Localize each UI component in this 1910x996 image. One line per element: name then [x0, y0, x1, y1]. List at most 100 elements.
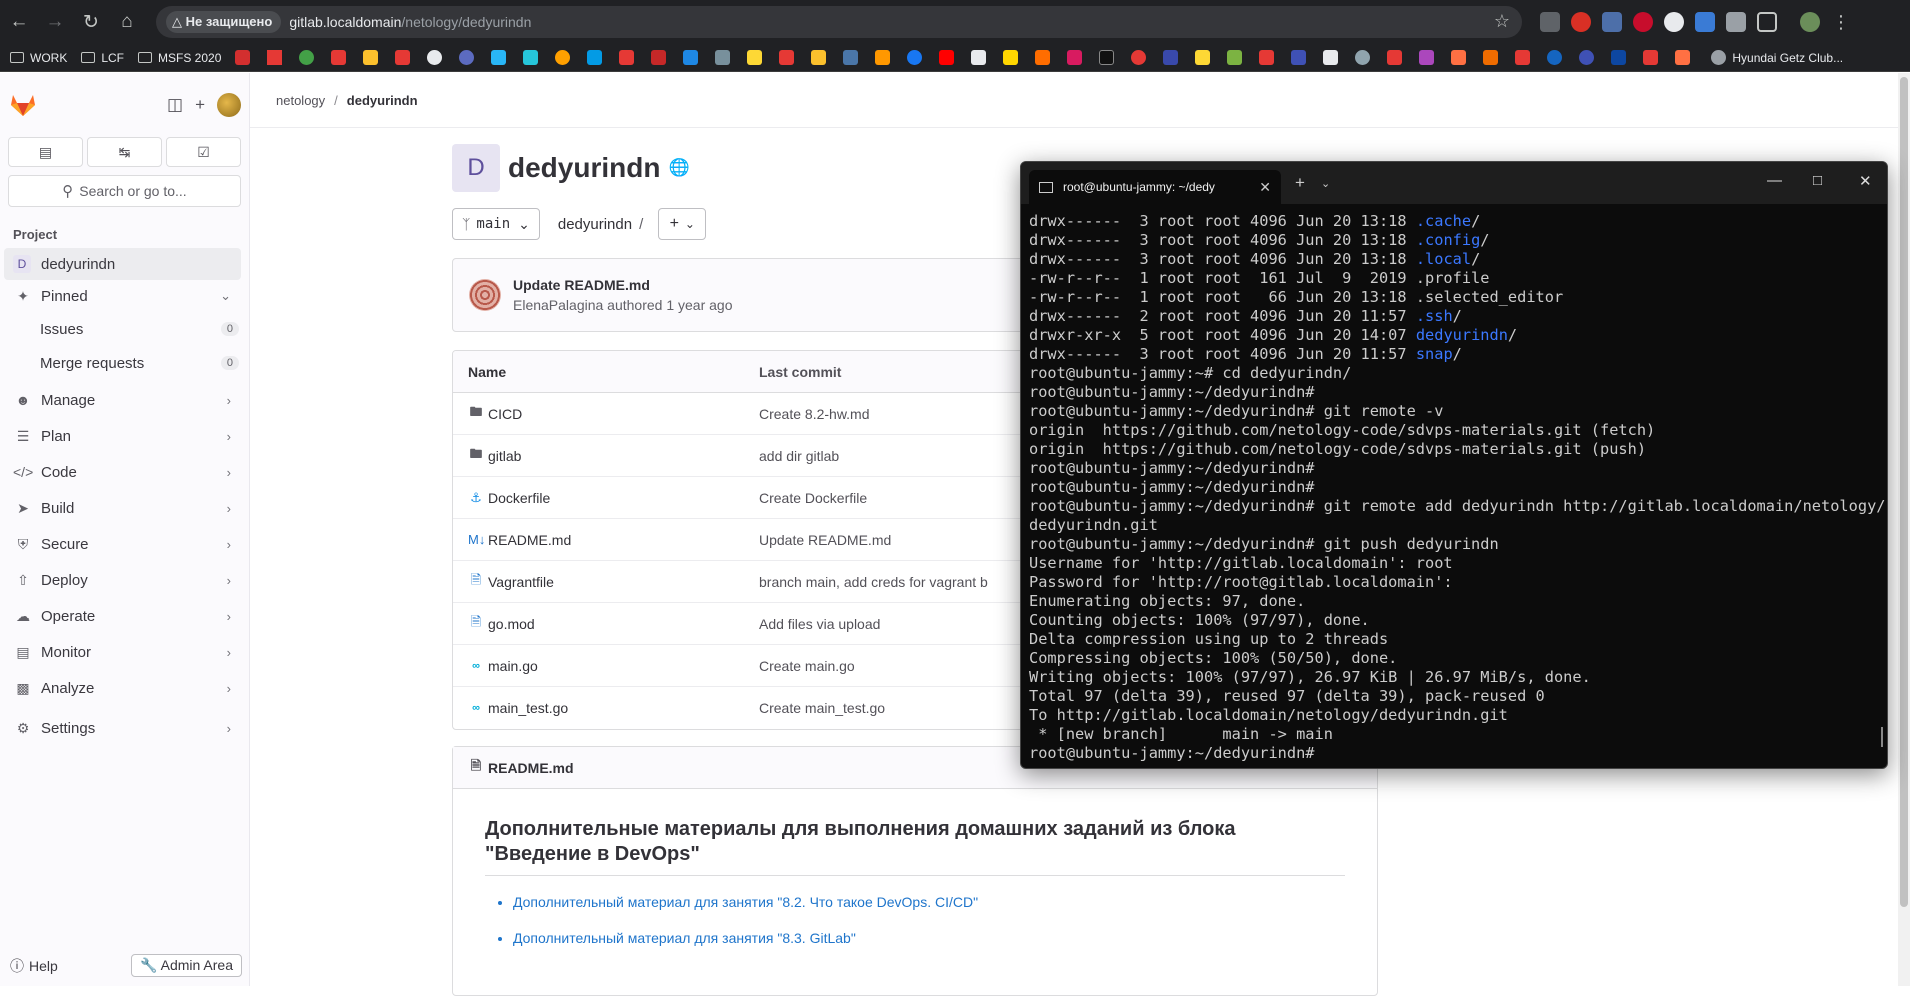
bookmark-folder-msfs[interactable]: MSFS 2020 — [138, 51, 221, 65]
close-window-icon[interactable]: ✕ — [1859, 172, 1872, 190]
address-bar[interactable]: △ Не защищено gitlab.localdomain/netolog… — [156, 6, 1522, 38]
file-name[interactable]: gitlab — [488, 448, 521, 464]
bookmark-icon[interactable] — [1259, 50, 1275, 65]
translate-ext-icon[interactable] — [1540, 12, 1560, 32]
minimize-icon[interactable]: — — [1767, 172, 1782, 189]
user-avatar[interactable] — [217, 93, 241, 117]
terminal-output[interactable]: drwx------ 3 root root 4096 Jun 20 13:18… — [1021, 204, 1887, 768]
breadcrumb-project[interactable]: dedyurindn — [347, 93, 418, 108]
file-name[interactable]: CICD — [488, 406, 522, 422]
readme-link[interactable]: Дополнительный материал для занятия "8.2… — [513, 894, 978, 910]
sidebar-item-build[interactable]: ➤ Build › — [0, 492, 241, 524]
bookmark-icon[interactable] — [267, 50, 283, 65]
bookmark-icon[interactable] — [1547, 50, 1563, 65]
todo-counter-icon[interactable]: ☑ — [166, 137, 241, 167]
close-tab-icon[interactable]: ✕ — [1259, 179, 1271, 196]
bookmark-icon[interactable] — [363, 50, 379, 65]
bookmark-icon[interactable] — [1291, 50, 1307, 65]
puzzle-ext-icon[interactable] — [1757, 12, 1777, 32]
bookmark-icon[interactable] — [1163, 50, 1179, 65]
search-button[interactable]: ⚲ Search or go to... — [8, 175, 241, 207]
page-scrollbar[interactable] — [1898, 73, 1910, 986]
repo-path-root[interactable]: dedyurindn — [558, 216, 632, 233]
plus-icon[interactable]: + — [195, 95, 205, 115]
bookmark-icon[interactable] — [1195, 50, 1211, 65]
readme-link[interactable]: Дополнительный материал для занятия "8.3… — [513, 930, 856, 946]
bookmark-icon[interactable] — [555, 50, 571, 65]
sidebar-item-settings[interactable]: ⚙ Settings › — [0, 712, 241, 744]
terminal-window[interactable]: root@ubuntu-jammy: ~/dedy ✕ + ⌄ — □ ✕ dr… — [1020, 161, 1888, 769]
bookmark-icon[interactable] — [907, 50, 923, 65]
bookmark-icon[interactable] — [651, 50, 667, 65]
commit-title[interactable]: Update README.md — [513, 277, 733, 293]
home-icon[interactable]: ⌂ — [110, 5, 144, 39]
bookmark-icon[interactable] — [1579, 50, 1595, 65]
bookmark-hyundai-getz[interactable]: Hyundai Getz Club... — [1711, 50, 1843, 65]
menu-dots-icon[interactable]: ⋮ — [1831, 12, 1851, 32]
scrollbar-thumb[interactable] — [1900, 77, 1908, 907]
bookmark-icon[interactable] — [875, 50, 891, 65]
bookmark-icon[interactable] — [1131, 50, 1147, 65]
sidebar-item-manage[interactable]: ☻ Manage › — [0, 384, 241, 416]
bookmark-folder-lcf[interactable]: LCF — [81, 51, 124, 65]
bookmark-star-icon[interactable]: ☆ — [1494, 11, 1510, 32]
bookmark-icon[interactable] — [619, 50, 635, 65]
file-name[interactable]: main_test.go — [488, 700, 568, 716]
bookmark-icon[interactable] — [235, 50, 251, 65]
add-file-button[interactable]: + ⌄ — [658, 208, 707, 240]
bookmark-icon[interactable] — [587, 50, 603, 65]
translator-ext-icon[interactable] — [1695, 12, 1715, 32]
merge-requests-counter-icon[interactable]: ↹ — [87, 137, 162, 167]
chart-ext-icon[interactable] — [1726, 12, 1746, 32]
terminal-titlebar[interactable]: root@ubuntu-jammy: ~/dedy ✕ + ⌄ — □ ✕ — [1021, 162, 1887, 204]
terminal-tab[interactable]: root@ubuntu-jammy: ~/dedy ✕ — [1029, 170, 1281, 204]
bookmark-icon[interactable] — [1099, 50, 1115, 65]
branch-selector[interactable]: ᛉ main ⌄ — [452, 208, 540, 240]
bookmark-icon[interactable] — [523, 50, 539, 65]
breadcrumb-group[interactable]: netology — [276, 93, 325, 108]
gitlab-logo-icon[interactable] — [10, 93, 36, 117]
download-ext-icon[interactable] — [1602, 12, 1622, 32]
bookmark-icon[interactable] — [1515, 50, 1531, 65]
bookmark-icon[interactable] — [779, 50, 795, 65]
bookmark-icon[interactable] — [1483, 50, 1499, 65]
bookmark-icon[interactable] — [715, 50, 731, 65]
bookmark-icon[interactable] — [427, 50, 443, 65]
bookmark-icon[interactable] — [1643, 50, 1659, 65]
sidebar-item-issues[interactable]: Issues 0 — [0, 312, 249, 346]
bookmark-icon[interactable] — [811, 50, 827, 65]
bookmark-icon[interactable] — [1675, 50, 1691, 65]
bookmark-icon[interactable] — [459, 50, 475, 65]
profile-avatar-icon[interactable] — [1800, 12, 1820, 32]
commit-author-avatar[interactable] — [469, 279, 501, 311]
sidebar-item-monitor[interactable]: ▤ Monitor › — [0, 636, 241, 668]
readme-filename[interactable]: README.md — [488, 760, 574, 776]
bookmark-icon[interactable] — [1035, 50, 1051, 65]
sidebar-item-merge-requests[interactable]: Merge requests 0 — [0, 346, 249, 380]
maximize-icon[interactable]: □ — [1813, 172, 1822, 189]
sidebar-item-pinned[interactable]: ✦ Pinned ⌄ — [0, 280, 241, 312]
security-indicator[interactable]: △ Не защищено — [166, 11, 282, 33]
admin-area-button[interactable]: 🔧 Admin Area — [131, 954, 242, 977]
abp-ext-icon[interactable] — [1633, 12, 1653, 32]
bookmark-icon[interactable] — [1611, 50, 1627, 65]
collapse-sidebar-icon[interactable]: ◫ — [167, 95, 183, 115]
bookmark-icon[interactable] — [299, 50, 315, 65]
sidebar-item-analyze[interactable]: ▩ Analyze › — [0, 672, 241, 704]
bookmark-icon[interactable] — [1355, 50, 1371, 65]
sidebar-item-code[interactable]: </> Code › — [0, 456, 241, 488]
chevron-down-icon[interactable]: ⌄ — [1321, 177, 1330, 190]
bookmark-icon[interactable] — [1003, 50, 1019, 65]
issues-counter-icon[interactable]: ▤ — [8, 137, 83, 167]
bookmark-folder-work[interactable]: WORK — [10, 51, 67, 65]
file-name[interactable]: README.md — [488, 532, 571, 548]
bookmark-icon[interactable] — [683, 50, 699, 65]
file-name[interactable]: Dockerfile — [488, 490, 550, 506]
bookmark-icon[interactable] — [1067, 50, 1083, 65]
bookmark-icon[interactable] — [395, 50, 411, 65]
bookmark-icon[interactable] — [939, 50, 955, 65]
file-name[interactable]: go.mod — [488, 616, 535, 632]
bookmark-icon[interactable] — [491, 50, 507, 65]
bookmark-icon[interactable] — [1227, 50, 1243, 65]
sidebar-item-deploy[interactable]: ⇧ Deploy › — [0, 564, 241, 596]
